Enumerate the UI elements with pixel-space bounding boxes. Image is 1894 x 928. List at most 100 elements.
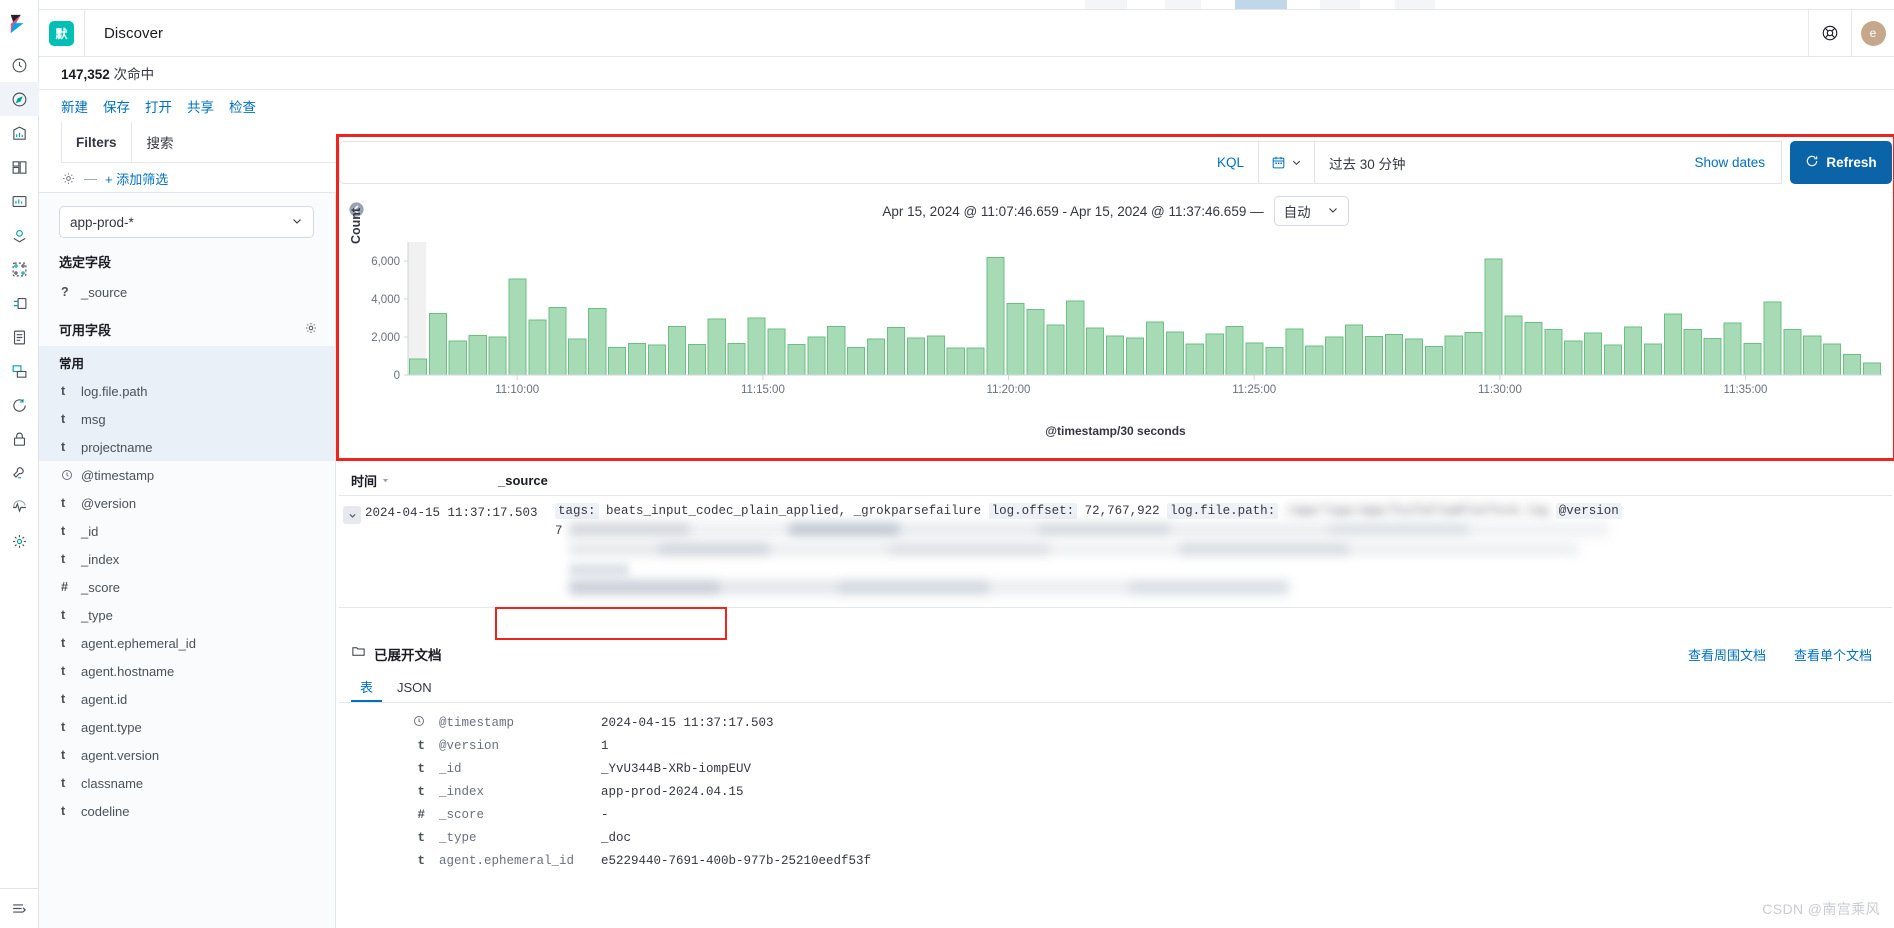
search-input[interactable]: KQL [339, 141, 1259, 184]
view-surrounding-documents-link[interactable]: 查看周围文档 [1688, 645, 1766, 664]
field-name: codeline [81, 803, 130, 819]
sidebar-item-maps[interactable] [0, 218, 39, 252]
field-item-source[interactable]: ? _source [39, 278, 335, 306]
calendar-icon[interactable] [1259, 142, 1315, 183]
sidebar-item-dashboard[interactable] [0, 150, 39, 184]
field-type-icon-number: # [61, 580, 68, 594]
chevron-down-icon[interactable] [343, 506, 361, 524]
refresh-button[interactable]: Refresh [1790, 141, 1892, 184]
doc-field-value: - [601, 807, 609, 822]
sidebar-item-graph[interactable] [0, 286, 39, 320]
doc-field-name: _index [439, 784, 485, 799]
sidebar-item-uptime[interactable] [0, 388, 39, 422]
field-item-agent-ephemeral-id[interactable]: t agent.ephemeral_id [39, 629, 335, 657]
sidebar-item-management[interactable] [0, 524, 39, 558]
doc-field-name: _type [439, 830, 477, 845]
sidebar-item-machine-learning[interactable] [0, 252, 39, 286]
field-item-msg[interactable]: t msg [39, 405, 335, 433]
field-item-classname[interactable]: t classname [39, 769, 335, 797]
sidebar-item-canvas[interactable] [0, 184, 39, 218]
field-item-codeline[interactable]: t codeline [39, 797, 335, 825]
sidebar-item-monitoring[interactable] [0, 490, 39, 524]
table-row[interactable]: 2024-04-15 11:37:17.503 tags: beats_inpu… [339, 496, 1892, 608]
field-item-id[interactable]: t _id [39, 517, 335, 545]
available-fields-title: 可用字段 [59, 323, 112, 338]
field-item-agent-hostname[interactable]: t agent.hostname [39, 657, 335, 685]
sidebar-item-logs[interactable] [0, 320, 39, 354]
svg-text:11:25:00: 11:25:00 [1232, 384, 1276, 396]
sidebar-item-recently-viewed[interactable] [0, 48, 39, 82]
help-circle-icon[interactable] [1808, 9, 1851, 57]
doc-field-row: t _id _YvU344B-XRb-iompEUV [399, 757, 1892, 780]
column-header-time[interactable]: 时间 [339, 471, 494, 490]
histogram-plot[interactable]: 0 2,000 4,000 6,000 11:10:00 11:15:00 11:20:00… [339, 234, 1892, 409]
field-item-index[interactable]: t _index [39, 545, 335, 573]
expanded-document-panel: 已展开文档 查看周围文档 查看单个文档 表 JSON @timestamp 202… [339, 637, 1892, 928]
top-menu[interactable]: 新建 保存 打开 共享 检查 [39, 90, 1894, 122]
menu-item-save[interactable]: 保存 [103, 96, 130, 116]
column-header-source: _source [498, 473, 548, 488]
index-pattern-select[interactable]: app-prod-* [59, 206, 314, 238]
sidebar-item-discover[interactable] [0, 82, 39, 116]
filter-tabs[interactable]: Filters 搜索 [61, 122, 188, 162]
expanded-doc-tabs[interactable]: 表 JSON [339, 671, 1892, 703]
add-filter-button[interactable]: + 添加筛选 [105, 169, 168, 188]
gear-icon[interactable] [304, 321, 318, 338]
sidebar-item-visualize[interactable] [0, 116, 39, 150]
field-item-agent-version[interactable]: t agent.version [39, 741, 335, 769]
watermark: CSDN @南宫乘风 [1762, 901, 1880, 917]
view-single-document-link[interactable]: 查看单个文档 [1794, 645, 1872, 664]
interval-select[interactable]: 自动 [1273, 196, 1349, 226]
sidebar-item-dev-tools[interactable] [0, 456, 39, 490]
field-item-projectname[interactable]: t projectname [39, 433, 335, 461]
collapse-menu-icon[interactable] [0, 888, 39, 928]
field-item-agent-id[interactable]: t agent.id [39, 685, 335, 713]
field-type-icon-string: t [61, 412, 66, 426]
doc-field-name: agent.ephemeral_id [439, 853, 575, 868]
tab-filters[interactable]: Filters [61, 122, 132, 162]
histogram-svg[interactable]: 0 2,000 4,000 6,000 11:10:00 11:15:00 11:20:00… [339, 234, 1892, 409]
menu-item-open[interactable]: 打开 [145, 96, 172, 116]
sidebar-item-security[interactable] [0, 422, 39, 456]
hits-row: 147,352 次命中 [39, 57, 1894, 90]
menu-item-inspect[interactable]: 检查 [229, 96, 256, 116]
time-range-label[interactable]: 过去 30 分钟 [1315, 153, 1406, 173]
time-picker[interactable]: 过去 30 分钟 Show dates [1259, 141, 1782, 184]
tab-table[interactable]: 表 [351, 672, 383, 702]
source-line-2-prefix: 7 [555, 524, 563, 538]
field-item-timestamp[interactable]: @timestamp [39, 461, 335, 489]
avatar[interactable]: e [1851, 9, 1894, 57]
expanded-doc-links[interactable]: 查看周围文档 查看单个文档 [1688, 645, 1892, 664]
tab-json[interactable]: JSON [388, 672, 441, 702]
field-type-icon-string: t [61, 552, 66, 566]
chart-x-axis-label: @timestamp/30 seconds [1045, 424, 1186, 438]
chevron-down-icon [1327, 204, 1339, 219]
menu-item-new[interactable]: 新建 [61, 96, 88, 116]
field-type-icon: t [417, 761, 425, 776]
field-item-type[interactable]: t _type [39, 601, 335, 629]
field-item-score[interactable]: # _score [39, 573, 335, 601]
sort-down-icon[interactable] [381, 473, 390, 488]
menu-item-share[interactable]: 共享 [187, 96, 214, 116]
query-language-button[interactable]: KQL [1217, 155, 1244, 170]
field-name: agent.ephemeral_id [81, 635, 196, 651]
source-key-log-offset: log.offset: [988, 503, 1078, 519]
field-name: log.file.path [81, 383, 148, 399]
field-type-icon-string: t [61, 440, 66, 454]
tab-search[interactable]: 搜索 [131, 122, 188, 162]
space-avatar[interactable]: 默 [49, 20, 74, 46]
field-type-icon-string: t [61, 608, 66, 622]
doc-field-value: 2024-04-15 11:37:17.503 [601, 715, 774, 730]
field-item-log-file-path[interactable]: t log.file.path [39, 377, 335, 405]
expand-row-button[interactable] [339, 496, 365, 607]
header-right-actions: e [1808, 9, 1894, 57]
field-item-agent-type[interactable]: t agent.type [39, 713, 335, 741]
left-nav-rail[interactable] [0, 0, 39, 928]
svg-text:4,000: 4,000 [371, 294, 400, 306]
elastic-logo-icon[interactable] [0, 0, 39, 48]
gear-icon[interactable] [61, 171, 76, 186]
sidebar-item-metrics[interactable] [0, 354, 39, 388]
expanded-doc-header: 已展开文档 查看周围文档 查看单个文档 [339, 637, 1892, 671]
show-dates-button[interactable]: Show dates [1694, 155, 1781, 170]
field-item-version[interactable]: t @version [39, 489, 335, 517]
